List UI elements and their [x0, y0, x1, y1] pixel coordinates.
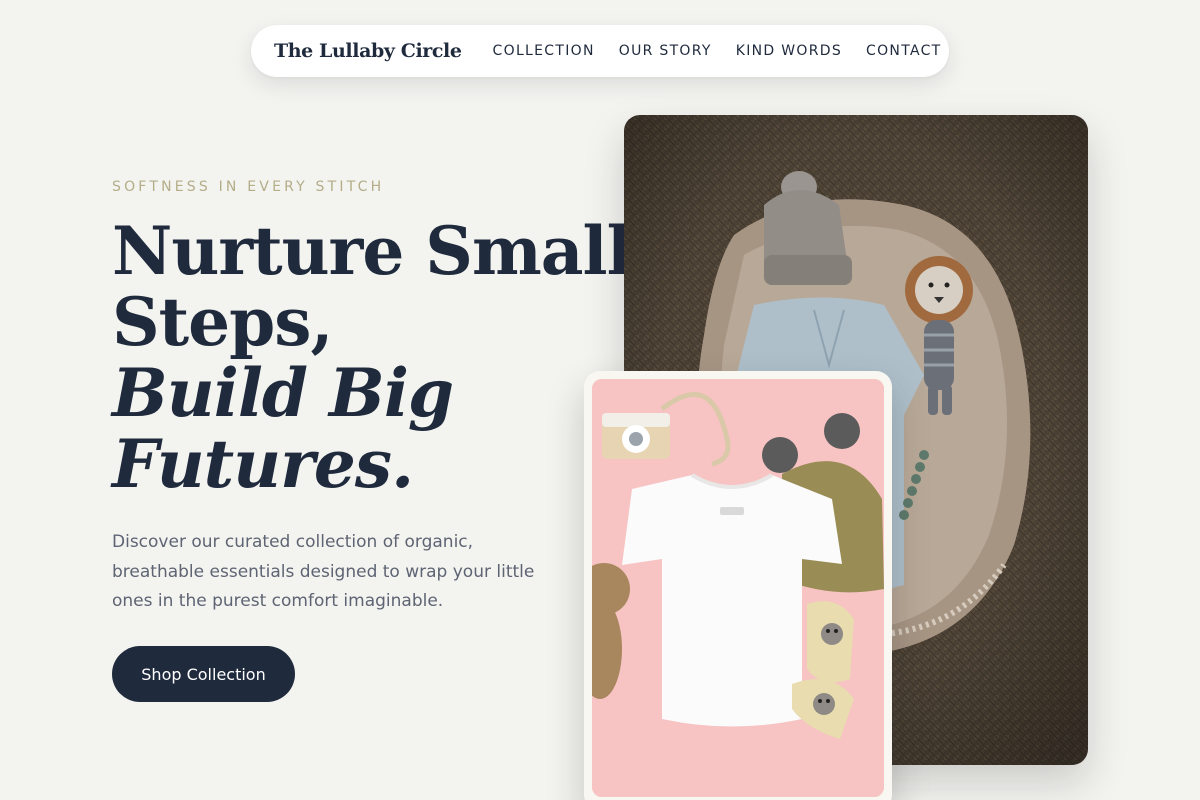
headline-line-1: Nurture Small	[112, 212, 632, 290]
headline-line-4: Futures.	[112, 425, 414, 503]
hero-card-photo	[584, 371, 892, 800]
top-nav: The Lullaby Circle COLLECTION OUR STORY …	[251, 25, 949, 77]
nav-link-collection[interactable]: COLLECTION	[493, 43, 595, 59]
nav-link-our-story[interactable]: OUR STORY	[619, 43, 712, 59]
pink-flatlay-frame	[592, 379, 884, 797]
nav-link-kind-words[interactable]: KIND WORDS	[736, 43, 842, 59]
shop-collection-button[interactable]: Shop Collection	[112, 646, 295, 702]
brand-logo[interactable]: The Lullaby Circle	[274, 40, 462, 62]
hero-description: Discover our curated collection of organ…	[112, 532, 535, 611]
hero-eyebrow: SOFTNESS IN EVERY STITCH	[112, 179, 385, 195]
nav-link-contact[interactable]: CONTACT	[866, 43, 942, 59]
headline-line-2: Steps,	[112, 283, 333, 361]
headline-line-3: Build Big	[112, 354, 454, 432]
pink-flatlay-image	[592, 379, 884, 797]
hero-headline: Nurture Small Steps, Build Big Futures.	[112, 212, 632, 503]
nav-links: COLLECTION OUR STORY KIND WORDS CONTACT	[493, 43, 942, 59]
